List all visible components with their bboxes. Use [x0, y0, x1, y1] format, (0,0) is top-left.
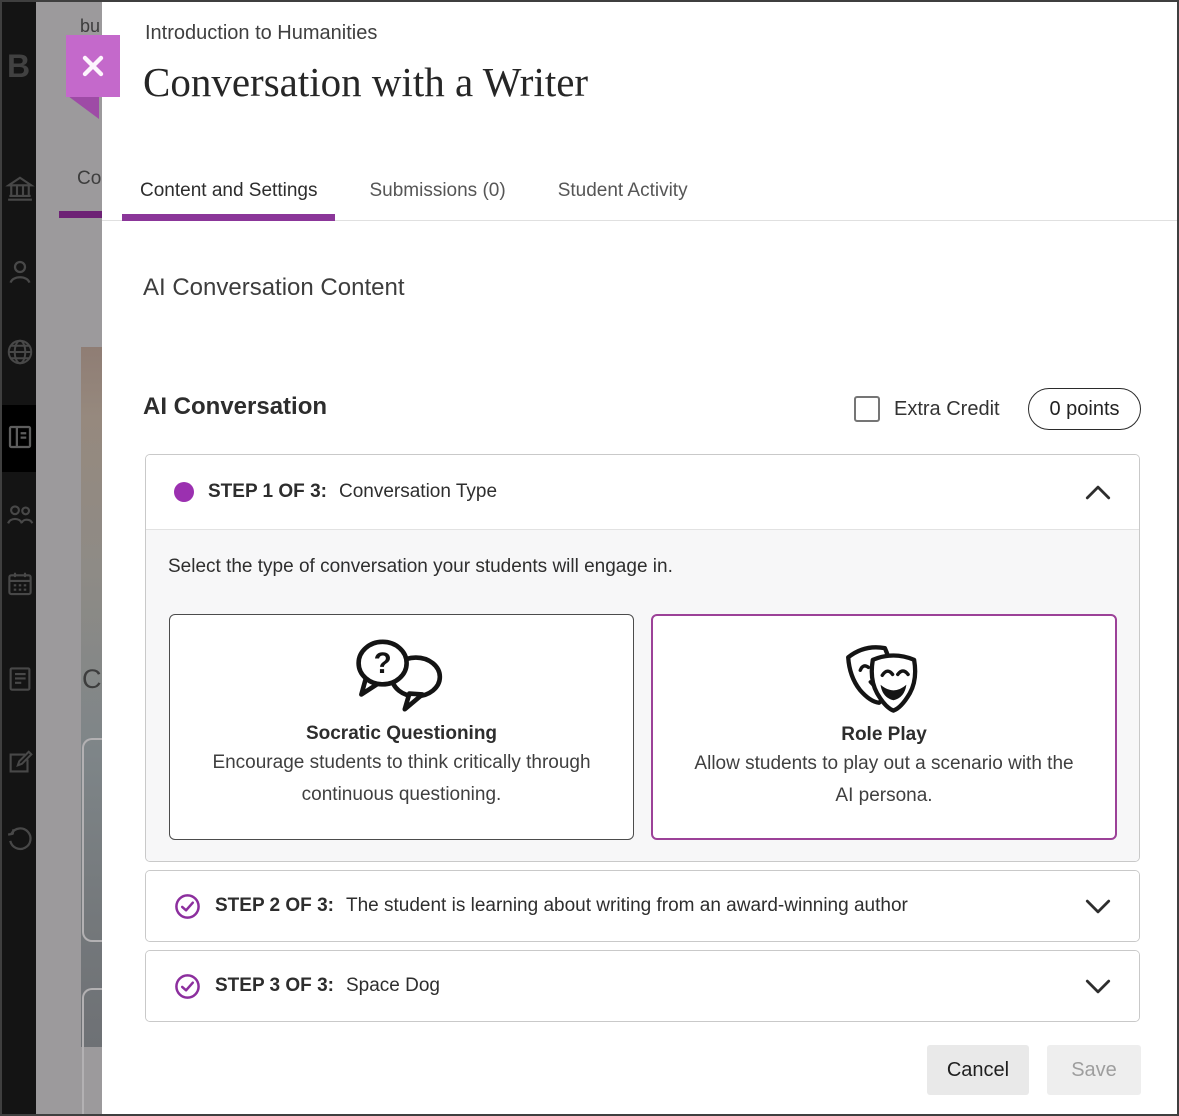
sidebar-item-globe[interactable] [5, 337, 35, 367]
sidebar-item-messages[interactable] [5, 747, 35, 777]
course-name: Introduction to Humanities [145, 22, 377, 45]
tab-student-activity[interactable]: Student Activity [540, 162, 706, 220]
brand-logo: B [7, 48, 30, 85]
step-3-card: STEP 3 OF 3: Space Dog [145, 950, 1140, 1022]
points-pill[interactable]: 0 points [1028, 388, 1141, 430]
backdrop-heading-fragment: C [82, 664, 102, 695]
step-1-body: Select the type of conversation your stu… [146, 529, 1139, 862]
step-3-label: STEP 3 OF 3: [215, 975, 334, 997]
sidebar-item-courses[interactable] [5, 422, 35, 452]
sidebar-item-organizations[interactable] [5, 499, 35, 529]
activity-history-icon [5, 824, 35, 854]
option-socratic-questioning[interactable]: ? Socratic Questioning Encourage student… [169, 614, 634, 840]
step-3-title: Space Dog [346, 975, 440, 997]
option-role-play[interactable]: Role Play Allow students to play out a s… [651, 614, 1117, 840]
app-sidebar: B [2, 2, 36, 1114]
step-3-header[interactable]: STEP 3 OF 3: Space Dog [146, 951, 1139, 1021]
step-complete-check-icon [174, 893, 201, 920]
extra-credit-label: Extra Credit [894, 398, 1000, 421]
sidebar-item-institution[interactable] [5, 174, 35, 204]
tab-submissions[interactable]: Submissions (0) [351, 162, 523, 220]
tab-bar: Content and Settings Submissions (0) Stu… [102, 162, 1177, 221]
backdrop-tab-fragment: Co [77, 168, 101, 190]
sidebar-item-calendar[interactable] [5, 569, 35, 599]
step-1-label: STEP 1 OF 3: [208, 481, 327, 503]
sidebar-item-profile[interactable] [5, 257, 35, 287]
organizations-icon [5, 499, 35, 529]
option-description: Allow students to play out a scenario wi… [687, 748, 1081, 812]
close-icon [77, 50, 109, 82]
page-title: Conversation with a Writer [143, 58, 588, 106]
step-2-card: STEP 2 OF 3: The student is learning abo… [145, 870, 1140, 942]
app-window: B [0, 0, 1179, 1116]
close-button[interactable] [66, 35, 120, 97]
step-2-title: The student is learning about writing fr… [346, 895, 908, 917]
content-item-panel: Introduction to Humanities Conversation … [102, 2, 1177, 1114]
institution-icon [5, 174, 35, 204]
svg-text:?: ? [373, 647, 391, 680]
chevron-up-icon[interactable] [1085, 485, 1111, 500]
sidebar-item-grades[interactable] [5, 664, 35, 694]
extra-credit-group: Extra Credit [854, 396, 1000, 422]
step-complete-check-icon [174, 973, 201, 1000]
tab-content-and-settings[interactable]: Content and Settings [122, 162, 335, 220]
option-title: Socratic Questioning [306, 723, 497, 745]
step-2-header[interactable]: STEP 2 OF 3: The student is learning abo… [146, 871, 1139, 941]
step-2-label: STEP 2 OF 3: [215, 895, 334, 917]
backdrop-text-fragment: bu [80, 16, 100, 37]
socratic-questioning-icon: ? [354, 633, 450, 719]
conversation-type-instruction: Select the type of conversation your stu… [168, 556, 673, 578]
sidebar-item-activity-history[interactable] [5, 824, 35, 854]
section-title: AI Conversation [143, 393, 327, 421]
grades-icon [5, 664, 35, 694]
chevron-down-icon[interactable] [1085, 899, 1111, 914]
step-1-header[interactable]: STEP 1 OF 3: Conversation Type [146, 455, 1139, 529]
dimmed-page-backdrop: bu Co C [36, 2, 102, 1114]
backdrop-tab-underline [59, 211, 102, 218]
chevron-down-icon[interactable] [1085, 979, 1111, 994]
backdrop-photo [81, 347, 102, 1047]
content-heading: AI Conversation Content [143, 274, 404, 302]
step-current-dot-icon [174, 482, 194, 502]
role-play-masks-icon [841, 634, 927, 720]
calendar-icon [5, 569, 35, 599]
option-title: Role Play [841, 724, 927, 746]
option-description: Encourage students to think critically t… [204, 747, 599, 811]
save-button[interactable]: Save [1047, 1045, 1141, 1095]
extra-credit-checkbox[interactable] [854, 396, 880, 422]
step-1-card: STEP 1 OF 3: Conversation Type Select th… [145, 454, 1140, 862]
courses-icon [5, 422, 35, 452]
globe-icon [5, 337, 35, 367]
messages-icon [5, 747, 35, 777]
step-1-title: Conversation Type [339, 481, 497, 503]
profile-icon [5, 257, 35, 287]
cancel-button[interactable]: Cancel [927, 1045, 1029, 1095]
